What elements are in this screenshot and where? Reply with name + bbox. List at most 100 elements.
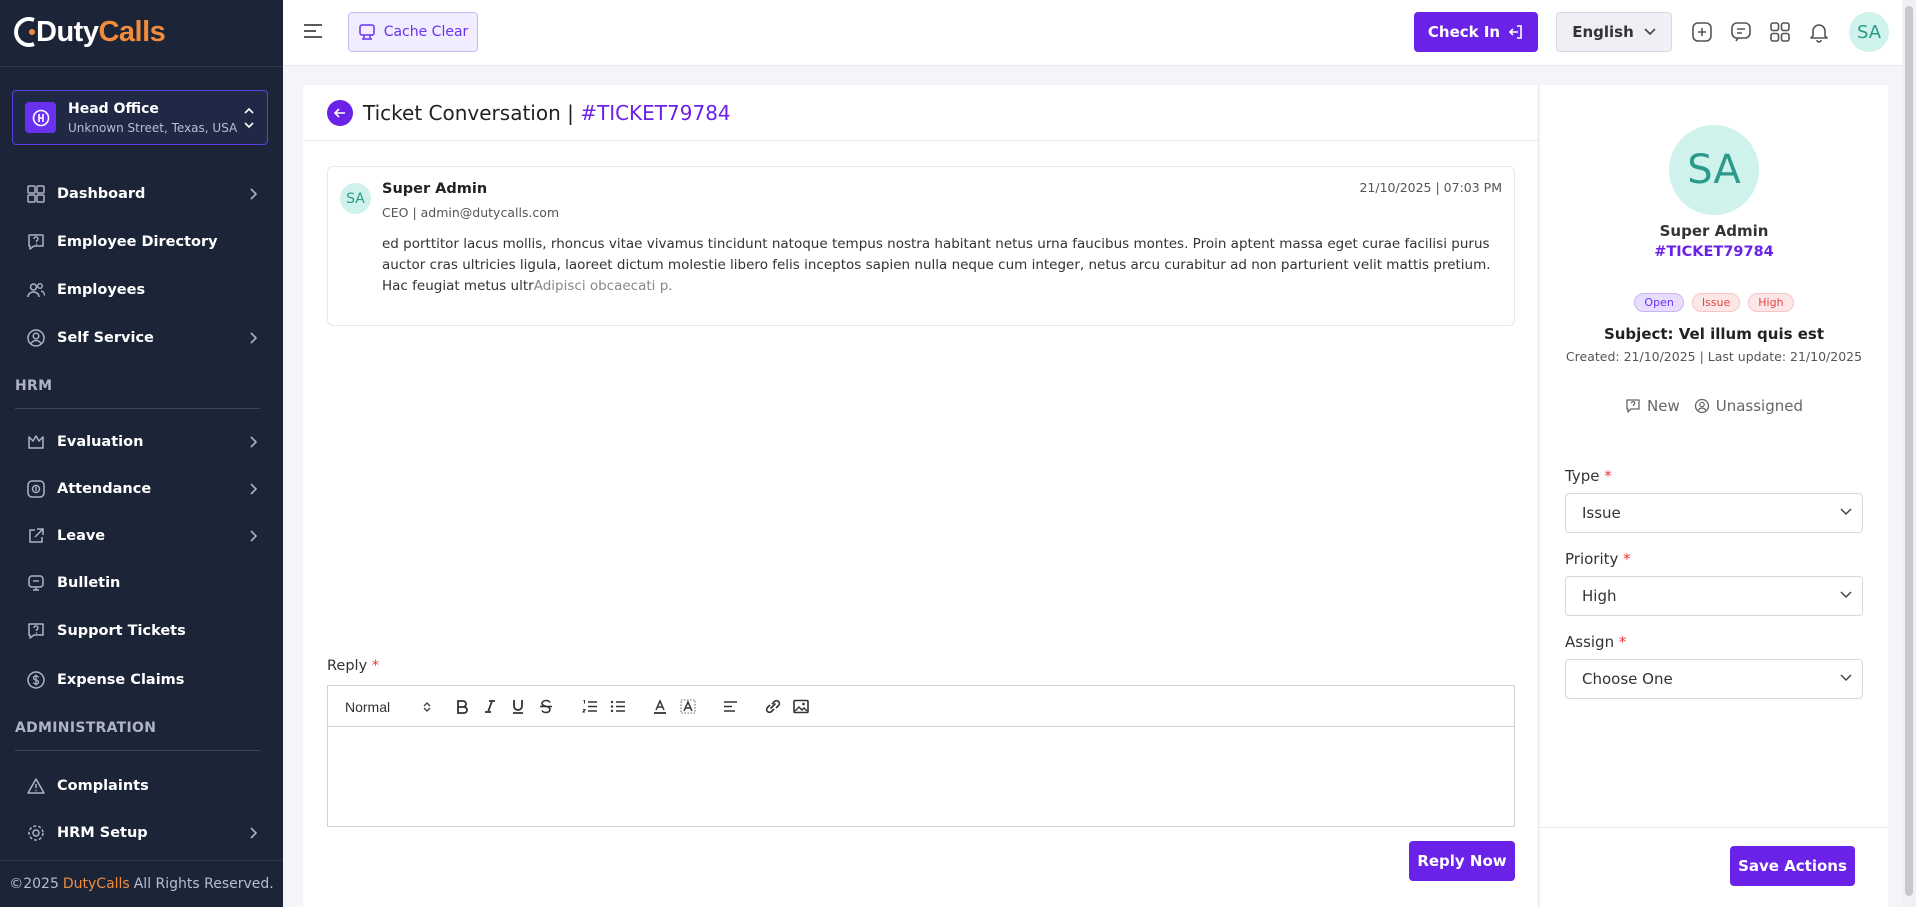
back-button[interactable] bbox=[327, 99, 353, 126]
sidebar-item-leave[interactable]: Leave bbox=[0, 514, 283, 558]
message-body-faded: Adipisci obcaecati p. bbox=[533, 278, 673, 294]
cache-clear-button[interactable]: Cache Clear bbox=[348, 12, 478, 52]
reply-label: Reply * bbox=[327, 658, 379, 674]
section-title-hrm: HRM bbox=[15, 378, 53, 394]
crown-icon bbox=[28, 435, 44, 449]
reply-editor: Normal bbox=[327, 685, 1515, 827]
logo-text-duty: Duty bbox=[36, 15, 99, 48]
text-color-icon[interactable] bbox=[653, 699, 667, 714]
chevron-right-icon bbox=[250, 530, 257, 542]
bold-icon[interactable] bbox=[455, 699, 469, 714]
assign-select[interactable]: Choose One bbox=[1565, 659, 1863, 699]
section-divider bbox=[15, 408, 260, 409]
avatar: SA bbox=[340, 183, 371, 214]
format-select-value: Normal bbox=[345, 699, 391, 715]
sidebar-item-label: Self Service bbox=[57, 330, 154, 346]
ticket-assignee-label: Unassigned bbox=[1715, 397, 1803, 415]
chevron-right-icon bbox=[250, 827, 257, 839]
link-icon[interactable] bbox=[765, 699, 781, 714]
page-scrollbar[interactable] bbox=[1902, 0, 1916, 907]
section-title-administration: ADMINISTRATION bbox=[15, 720, 157, 736]
background-color-icon[interactable] bbox=[680, 699, 696, 714]
ticket-details-panel: SA Super Admin #TICKET79784 Open Issue H… bbox=[1540, 85, 1888, 907]
editor-toolbar: Normal bbox=[328, 686, 1514, 727]
bullet-list-icon[interactable] bbox=[610, 699, 626, 714]
bell-icon[interactable] bbox=[1807, 20, 1831, 44]
section-divider bbox=[15, 750, 260, 751]
underline-icon[interactable] bbox=[511, 699, 525, 714]
reply-now-button[interactable]: Reply Now bbox=[1409, 841, 1515, 881]
scrollbar-thumb[interactable] bbox=[1905, 6, 1913, 896]
cache-icon bbox=[358, 24, 375, 40]
sidebar-item-label: Complaints bbox=[57, 778, 149, 794]
sidebar-item-evaluation[interactable]: Evaluation bbox=[0, 420, 283, 464]
footer-brand[interactable]: DutyCalls bbox=[63, 876, 130, 892]
sidebar-item-employees[interactable]: Employees bbox=[0, 268, 283, 312]
ticket-state-row: New Unassigned bbox=[1540, 397, 1888, 415]
page-ticket-id: #TICKET79784 bbox=[580, 100, 731, 125]
sidebar-item-self-service[interactable]: Self Service bbox=[0, 316, 283, 360]
priority-label: Priority * bbox=[1565, 550, 1631, 568]
chat-icon[interactable] bbox=[1729, 20, 1753, 44]
image-icon[interactable] bbox=[793, 699, 809, 714]
chevron-down-icon bbox=[1840, 508, 1852, 516]
sidebar-item-label: Attendance bbox=[57, 481, 152, 497]
help-bubble-icon bbox=[28, 234, 44, 250]
sidebar-item-hrm-setup[interactable]: HRM Setup bbox=[0, 811, 283, 855]
sidebar-item-bulletin[interactable]: Bulletin bbox=[0, 561, 283, 605]
add-square-icon[interactable] bbox=[1690, 20, 1714, 44]
app-logo[interactable]: Duty Calls bbox=[14, 12, 166, 52]
required-mark: * bbox=[1604, 467, 1612, 485]
save-actions-button[interactable]: Save Actions bbox=[1730, 846, 1855, 886]
sidebar-item-complaints[interactable]: Complaints bbox=[0, 764, 283, 808]
alert-triangle-icon bbox=[27, 778, 45, 794]
chevron-right-icon bbox=[250, 483, 257, 495]
priority-select[interactable]: High bbox=[1565, 576, 1863, 616]
status-badge: Open bbox=[1634, 293, 1684, 312]
italic-icon[interactable] bbox=[483, 699, 497, 714]
align-left-icon[interactable] bbox=[723, 699, 738, 714]
sidebar-item-expense-claims[interactable]: Expense Claims bbox=[0, 658, 283, 702]
sidebar-item-label: Evaluation bbox=[57, 434, 144, 450]
user-avatar[interactable]: SA bbox=[1849, 12, 1889, 52]
check-in-button[interactable]: Check In bbox=[1414, 12, 1538, 52]
reply-label-text: Reply bbox=[327, 658, 368, 674]
ordered-list-icon[interactable] bbox=[582, 699, 598, 714]
assign-label: Assign * bbox=[1565, 633, 1626, 651]
top-bar: Cache Clear Check In English SA bbox=[283, 0, 1916, 66]
sidebar-footer: ©2025 DutyCalls All Rights Reserved. bbox=[0, 860, 283, 907]
office-switcher[interactable]: Head Office Unknown Street, Texas, USA bbox=[12, 90, 268, 145]
reply-textarea[interactable] bbox=[328, 727, 1514, 827]
sidebar-item-support-tickets[interactable]: Support Tickets bbox=[0, 609, 283, 653]
chevron-down-icon bbox=[1840, 674, 1852, 682]
chevron-up-down-icon bbox=[244, 107, 254, 129]
chevron-right-icon bbox=[250, 332, 257, 344]
ticket-id-link[interactable]: #TICKET79784 bbox=[1540, 244, 1888, 260]
sidebar-item-dashboard[interactable]: Dashboard bbox=[0, 172, 283, 216]
sidebar-item-attendance[interactable]: Attendance bbox=[0, 467, 283, 511]
sidebar-item-label: Expense Claims bbox=[57, 672, 185, 688]
help-bubble-icon bbox=[1626, 399, 1640, 413]
format-select[interactable]: Normal bbox=[345, 696, 431, 718]
avatar: SA bbox=[1669, 125, 1759, 215]
type-select[interactable]: Issue bbox=[1565, 493, 1863, 533]
ticket-subject: Subject: Vel illum quis est bbox=[1603, 325, 1825, 343]
message-role-email: CEO | admin@dutycalls.com bbox=[382, 205, 560, 220]
office-icon bbox=[25, 102, 56, 133]
required-mark: * bbox=[1623, 550, 1631, 568]
office-name: Head Office bbox=[68, 100, 159, 117]
apps-grid-icon[interactable] bbox=[1768, 20, 1792, 44]
priority-select-value: High bbox=[1582, 587, 1617, 605]
page-title: Ticket Conversation | #TICKET79784 bbox=[363, 101, 731, 125]
ticket-dates: Created: 21/10/2025 | Last update: 21/10… bbox=[1565, 349, 1863, 364]
sidebar-item-label: Bulletin bbox=[57, 575, 121, 591]
required-mark: * bbox=[1618, 633, 1627, 651]
hamburger-menu-icon[interactable] bbox=[303, 22, 323, 40]
strikethrough-icon[interactable] bbox=[539, 699, 553, 714]
type-label-text: Type bbox=[1565, 467, 1600, 485]
logo-text-calls: Calls bbox=[98, 15, 166, 48]
language-selector[interactable]: English bbox=[1556, 12, 1672, 52]
type-badge: Issue bbox=[1691, 293, 1741, 312]
sidebar-item-employee-directory[interactable]: Employee Directory bbox=[0, 220, 283, 264]
sidebar-item-label: Leave bbox=[57, 528, 106, 544]
